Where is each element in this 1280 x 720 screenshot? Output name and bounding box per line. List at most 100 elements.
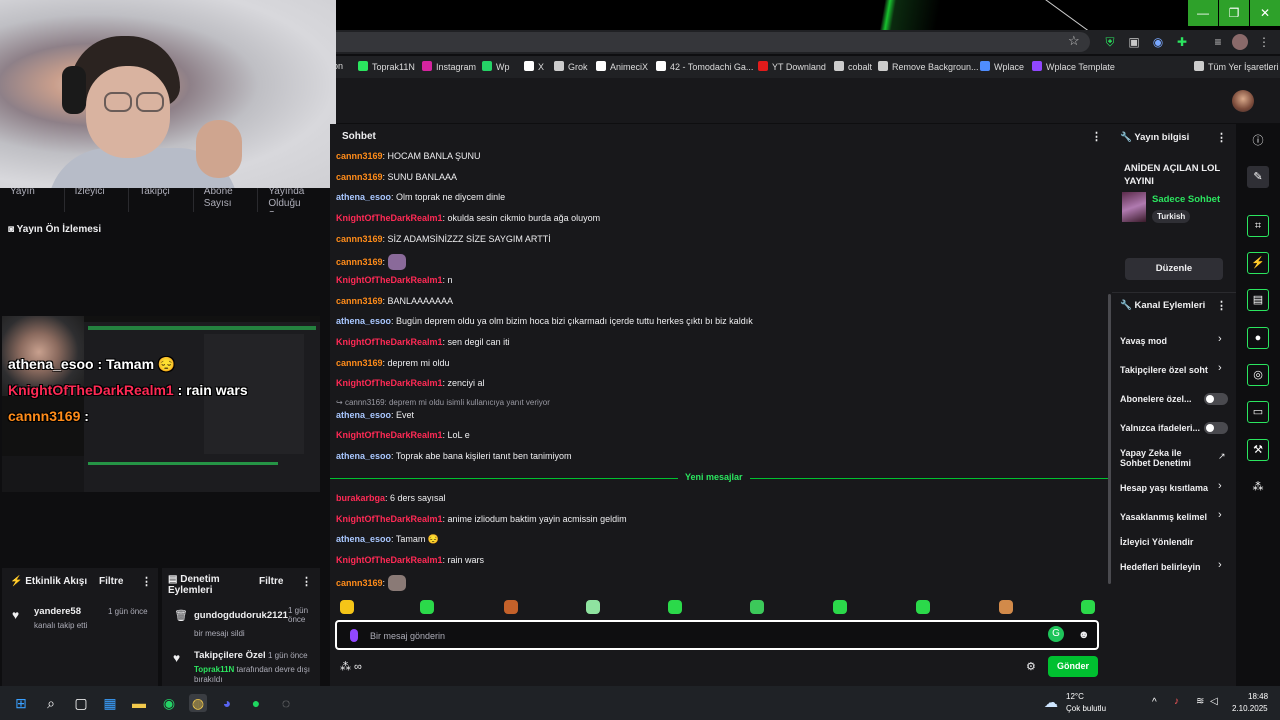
bookmark-item[interactable]: Wp [482, 61, 510, 72]
profile-avatar-icon[interactable] [1232, 34, 1248, 50]
action-subscribers-only[interactable]: Abonelere özel... [1120, 394, 1192, 404]
activity-filter-button[interactable]: Filtre [99, 576, 123, 587]
emote-icon[interactable] [668, 600, 682, 614]
emote-icon[interactable] [750, 600, 764, 614]
chat-username[interactable]: KnightOfTheDarkRealm1 [336, 378, 443, 388]
clock-time[interactable]: 18:48 [1248, 692, 1268, 701]
more-icon[interactable]: ⋮ [301, 575, 312, 588]
chat-username[interactable]: cannn3169 [336, 358, 383, 368]
wrench-icon[interactable]: ⚒ [1247, 439, 1269, 461]
obs-icon[interactable]: ◌ [277, 694, 295, 712]
chat-username[interactable]: cannn3169 [336, 257, 383, 267]
info-icon[interactable]: ⓘ [1247, 130, 1269, 152]
tab-list-icon[interactable]: ≡ [1210, 34, 1226, 50]
volume-icon[interactable]: ◁ [1210, 696, 1218, 707]
more-icon[interactable]: ⋮ [1216, 131, 1227, 144]
action-account-age[interactable]: Hesap yaşı kısıtlama [1120, 483, 1208, 493]
emote-icon[interactable] [916, 600, 930, 614]
activity-user[interactable]: yandere58 [34, 606, 81, 617]
bookmark-item[interactable]: AnimeciX [596, 61, 648, 72]
chat-username[interactable]: athena_esoo [336, 410, 391, 420]
chat-username[interactable]: KnightOfTheDarkRealm1 [336, 337, 443, 347]
search-icon[interactable]: ⌕ [42, 694, 60, 712]
bookmark-item[interactable]: Tüm Yer İşaretleri [1194, 61, 1279, 72]
action-goals[interactable]: Hedefleri belirleyin [1120, 562, 1201, 572]
send-button[interactable]: Gönder [1048, 656, 1098, 677]
bookmark-item[interactable]: 42 - Tomodachi Ga... [656, 61, 753, 72]
emoji-icon[interactable]: ☻ [1078, 629, 1090, 641]
chat-username[interactable]: athena_esoo [336, 451, 391, 461]
chat-username[interactable]: cannn3169 [336, 172, 383, 182]
chat-settings-icon[interactable]: ⚙ [1026, 660, 1036, 673]
restore-button[interactable]: ❐ [1219, 0, 1249, 26]
grammarly-icon[interactable]: G [1048, 626, 1064, 642]
tray-chevron-icon[interactable]: ^ [1152, 697, 1157, 708]
more-icon[interactable]: ⋮ [141, 575, 152, 588]
bookmark-item[interactable]: Wplace [980, 61, 1024, 72]
whatsapp-icon[interactable]: ◉ [160, 694, 178, 712]
action-followers-only[interactable]: Takipçilere özel soht [1120, 365, 1216, 375]
category-thumbnail[interactable] [1122, 192, 1146, 222]
bookmark-item[interactable]: Wplace Template [1032, 61, 1115, 72]
chat-username[interactable]: cannn3169 [336, 578, 383, 588]
broadcast-icon[interactable]: ◎ [1247, 364, 1269, 386]
screenshot-extension-icon[interactable]: ▣ [1126, 34, 1142, 50]
chat-username[interactable]: cannn3169 [336, 234, 383, 244]
minimize-button[interactable]: — [1188, 0, 1218, 26]
chat-username[interactable]: KnightOfTheDarkRealm1 [336, 514, 443, 524]
chat-scrollbar[interactable] [1108, 294, 1111, 584]
emote-icon[interactable] [1081, 600, 1095, 614]
bookmark-item[interactable]: cobalt [834, 61, 872, 72]
chat-bubble-icon[interactable]: ● [1247, 327, 1269, 349]
chat-username[interactable]: KnightOfTheDarkRealm1 [336, 430, 443, 440]
clip-icon[interactable]: ⌗ [1247, 215, 1269, 237]
chat-input[interactable]: Bir mesaj gönderin G ☻ [335, 620, 1099, 650]
emote-icon[interactable] [586, 600, 600, 614]
subscribers-only-toggle[interactable] [1204, 393, 1228, 405]
bookmark-item[interactable]: YT Downland [758, 61, 826, 72]
lightning-icon[interactable]: ⚡ [1247, 252, 1269, 274]
chevron-right-icon[interactable]: › [1218, 362, 1222, 374]
language-tag[interactable]: Turkish [1152, 210, 1191, 223]
chevron-right-icon[interactable]: › [1218, 559, 1222, 571]
bits-icon[interactable]: ⁂ ∞ [340, 660, 362, 673]
moderation-user[interactable]: gundogdudoruk2121 [194, 610, 288, 621]
category-name[interactable]: Sadece Sohbet [1152, 194, 1220, 205]
emote-icon[interactable] [504, 600, 518, 614]
bookmark-item[interactable]: X [524, 61, 544, 72]
tv-icon[interactable]: ▭ [1247, 401, 1269, 423]
bookmark-item[interactable]: Toprak11N [358, 61, 415, 72]
audio-extension-icon[interactable]: ◉ [1150, 34, 1166, 50]
chat-username[interactable]: cannn3169 [336, 296, 383, 306]
widgets-icon[interactable]: ▦ [101, 694, 119, 712]
task-view-icon[interactable]: ▢ [72, 694, 90, 712]
emote-icon[interactable] [388, 254, 407, 270]
emote-icon[interactable] [420, 600, 434, 614]
star-icon[interactable]: ☆ [1068, 33, 1080, 49]
chat-username[interactable]: KnightOfTheDarkRealm1 [336, 555, 443, 565]
stream-preview[interactable]: athena_esoo : Tamam 😔 KnightOfTheDarkRea… [2, 316, 320, 492]
discord-icon[interactable]: ◕ [218, 694, 236, 712]
clock-date[interactable]: 2.10.2025 [1232, 704, 1268, 713]
edit-button[interactable]: Düzenle [1125, 258, 1223, 280]
emote-icon[interactable] [999, 600, 1013, 614]
action-ai-moderation[interactable]: Yapay Zeka ile Sohbet Denetimi [1120, 448, 1206, 468]
microphone-icon[interactable] [350, 629, 358, 642]
shield-extension-icon[interactable]: ⛨ [1102, 34, 1118, 50]
moderation-filter-button[interactable]: Filtre [259, 576, 283, 587]
chrome-icon[interactable]: ◍ [189, 694, 207, 712]
chat-username[interactable]: KnightOfTheDarkRealm1 [336, 275, 443, 285]
chevron-right-icon[interactable]: › [1218, 480, 1222, 492]
chat-username[interactable]: KnightOfTheDarkRealm1 [336, 213, 443, 223]
action-emote-only[interactable]: Yalnızca ifadeleri... [1120, 423, 1200, 433]
user-avatar[interactable] [1232, 90, 1254, 112]
wifi-icon[interactable]: ≋ [1196, 696, 1204, 707]
action-raid[interactable]: İzleyici Yönlendir [1120, 537, 1193, 547]
clipboard-icon[interactable]: ▤ [1247, 289, 1269, 311]
chat-more-icon[interactable]: ⋮ [1091, 130, 1102, 143]
extensions-icon[interactable]: ⁂ [1247, 476, 1269, 498]
action-banned-words[interactable]: Yasaklanmış kelimel [1120, 512, 1216, 522]
address-field[interactable] [330, 32, 1090, 52]
pencil-icon[interactable]: ✎ [1247, 166, 1269, 188]
external-link-icon[interactable]: ↗ [1218, 451, 1226, 462]
